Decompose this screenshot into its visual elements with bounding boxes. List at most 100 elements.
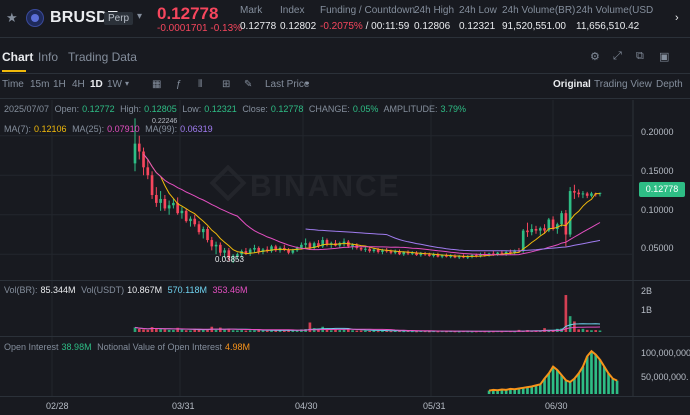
open-interest-bar xyxy=(585,356,589,394)
volume-bar xyxy=(338,330,342,332)
volume-bar xyxy=(265,330,269,332)
volume-bar xyxy=(568,316,572,332)
volume-bar xyxy=(214,329,218,332)
volume-bar xyxy=(133,327,137,332)
open-interest-bar xyxy=(547,373,551,394)
amplitude-label: AMPLITUDE: xyxy=(383,104,438,114)
candle-body xyxy=(214,244,218,247)
oi-info: Open Interest 38.98M Notional Value of Op… xyxy=(4,342,253,352)
volume-bar xyxy=(180,329,184,332)
candle-body xyxy=(526,230,529,233)
candle-body xyxy=(342,241,346,244)
candle-body xyxy=(304,243,307,245)
open-interest-bar xyxy=(590,351,593,394)
volume-bar xyxy=(581,328,585,332)
candle-body xyxy=(184,210,188,222)
volume-bar xyxy=(359,330,363,332)
volume-bar xyxy=(594,330,598,332)
candle-body xyxy=(189,218,192,222)
volume-bar xyxy=(573,321,576,332)
candle-body xyxy=(146,167,150,176)
x-tick: 03/31 xyxy=(172,401,195,411)
volume-bar xyxy=(236,330,239,332)
vol-y-tick: 1B xyxy=(641,305,653,315)
low-marker: 0.03853 xyxy=(215,255,244,264)
candle-body xyxy=(172,202,175,206)
oi-notional-label: Notional Value of Open Interest xyxy=(97,342,223,352)
volume-bar xyxy=(231,330,235,332)
ma99-label: MA(99): xyxy=(145,124,178,134)
volume-bars xyxy=(133,295,602,333)
ohlc-date: 2025/07/07 xyxy=(4,104,50,114)
open-interest-bar xyxy=(602,366,606,394)
x-tick: 04/30 xyxy=(295,401,318,411)
vol-br-value: 85.344M xyxy=(40,285,76,295)
ma99-value: 0.06319 xyxy=(180,124,213,134)
volume-bar xyxy=(244,330,248,332)
candle-body xyxy=(218,244,222,253)
volume-bar xyxy=(381,330,384,332)
candle-body xyxy=(201,228,205,233)
volume-bar xyxy=(253,330,256,332)
ma99-line xyxy=(305,228,601,252)
open-value: 0.12772 xyxy=(82,104,115,114)
high-value: 0.12805 xyxy=(144,104,177,114)
low-value: 0.12321 xyxy=(204,104,237,114)
volume-bar xyxy=(142,329,145,332)
candle-body xyxy=(428,254,431,256)
candle-body xyxy=(585,193,589,196)
volume-bar xyxy=(577,329,580,332)
close-label: Close: xyxy=(242,104,268,114)
volume-bar xyxy=(197,329,201,332)
open-interest-bar xyxy=(607,373,610,394)
low-label: Low: xyxy=(182,104,202,114)
volume-bar xyxy=(223,329,226,332)
y-tick: 0.20000 xyxy=(641,127,674,137)
volume-bar xyxy=(342,329,346,332)
divider xyxy=(0,280,690,281)
vol-y-tick: 2B xyxy=(641,286,653,296)
close-value: 0.12778 xyxy=(270,104,304,114)
oi-y-tick: 100,000,000. xyxy=(641,348,690,358)
change-value: 0.05% xyxy=(352,104,379,114)
volume-ma-line xyxy=(134,323,601,332)
volume-bar xyxy=(189,330,192,332)
candle-body xyxy=(197,224,201,233)
candle-body xyxy=(133,143,137,164)
volume-bar xyxy=(282,330,286,332)
vol-ma2-value: 353.46M xyxy=(212,285,248,295)
candle-body xyxy=(137,143,141,152)
volume-bar xyxy=(150,327,154,332)
open-interest-bar xyxy=(551,366,555,394)
volume-bar xyxy=(590,330,593,332)
ma25-value: 0.07910 xyxy=(107,124,140,134)
volume-bar xyxy=(376,331,380,333)
volume-bar xyxy=(137,328,141,332)
volume-bar xyxy=(146,329,150,332)
volume-bar xyxy=(159,329,162,332)
volume-bar xyxy=(201,330,205,332)
vol-usdt-value: 10.867M xyxy=(127,285,163,295)
open-interest-bar xyxy=(577,373,580,394)
candle-body xyxy=(223,250,226,253)
open-interest-bar xyxy=(560,375,563,394)
open-interest-bar xyxy=(568,382,572,394)
y-tick: 0.10000 xyxy=(641,205,674,215)
candle-body xyxy=(534,228,538,231)
candle-body xyxy=(538,228,542,231)
x-tick: 06/30 xyxy=(545,401,568,411)
divider xyxy=(0,396,690,397)
open-interest-bar xyxy=(564,380,568,394)
candle-body xyxy=(543,228,546,231)
candle-body xyxy=(308,243,312,248)
oi-y-tick: 50,000,000. xyxy=(641,372,689,382)
price-chart[interactable] xyxy=(0,0,690,415)
volume-bar xyxy=(355,330,359,332)
vol-usdt-label: Vol(USDT) xyxy=(81,285,125,295)
volume-bar xyxy=(585,329,589,332)
oi-notional-value: 4.98M xyxy=(225,342,251,352)
candle-body xyxy=(210,240,214,247)
candle-body xyxy=(372,249,376,252)
open-interest-bar xyxy=(573,378,576,394)
ma25-label: MA(25): xyxy=(72,124,105,134)
